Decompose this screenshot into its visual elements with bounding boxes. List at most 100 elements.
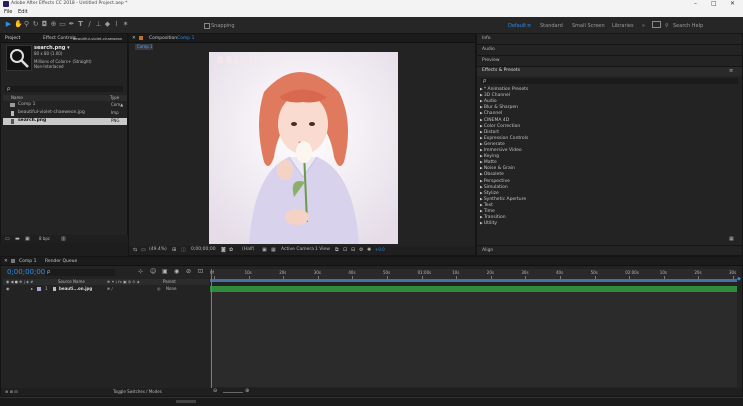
pen-tool-icon[interactable]: ✒	[68, 21, 75, 28]
camera-tool-icon[interactable]: ◘	[41, 21, 48, 28]
table-row[interactable]: ◉ ▸ 1 beauti...on.jpg ⊕ ∕ ◎ None	[3, 286, 209, 292]
column-source-name[interactable]: Source Name	[58, 280, 85, 284]
effects-category-item[interactable]: ▶ Transition	[480, 215, 506, 220]
search-help-input[interactable]: Search Help	[673, 23, 703, 29]
effects-category-item[interactable]: ▶ Obsolete	[480, 172, 504, 177]
tab-project[interactable]: Project	[5, 36, 20, 41]
effects-category-item[interactable]: ▶ Noise & Grain	[480, 166, 515, 171]
zoom-tool-icon[interactable]: ⚲	[23, 21, 30, 28]
motion-blur-icon[interactable]: ◉	[174, 269, 179, 275]
effects-category-item[interactable]: ▶ 3D Channel	[480, 93, 510, 98]
layer-label-color[interactable]	[37, 287, 41, 291]
eraser-tool-icon[interactable]: ◆	[104, 21, 111, 28]
hand-tool-icon[interactable]: ✋	[14, 21, 23, 28]
info-panel-header[interactable]: Info	[477, 34, 742, 45]
roto-brush-tool-icon[interactable]: ⌇	[113, 21, 120, 28]
new-comp-icon[interactable]: ▣	[25, 237, 30, 242]
search-help-box[interactable]	[652, 21, 661, 28]
bpc-label[interactable]: 8 bpc	[39, 237, 50, 241]
maximize-button[interactable]: □	[711, 1, 717, 7]
snapshot-icon[interactable]: ◫	[181, 248, 186, 253]
effects-category-item[interactable]: ▶ Text	[480, 203, 493, 208]
minimize-button[interactable]: –	[694, 1, 697, 7]
target-region-icon[interactable]: ▣	[262, 248, 267, 253]
effects-category-item[interactable]: ▶ Distort	[480, 130, 499, 135]
toggle-pixel-aspect-icon[interactable]: ⧉	[335, 248, 339, 253]
comp-breadcrumb[interactable]: Comp 1	[135, 44, 153, 50]
effects-category-item[interactable]: ▶ Matte	[480, 160, 497, 165]
effects-category-item[interactable]: ▶ Perspective	[480, 179, 510, 184]
effects-category-item[interactable]: ▶ Generate	[480, 142, 505, 147]
audio-panel-header[interactable]: Audio	[477, 45, 742, 56]
current-time-display[interactable]: 0;00;00;00	[191, 247, 216, 253]
expand-collapse-icons[interactable]: ⊕ ⊞ ⊟	[5, 390, 18, 394]
tab-render-queue[interactable]: Render Queue	[45, 259, 77, 264]
effects-menu-icon[interactable]: ≡	[729, 69, 733, 74]
snapping-checkbox[interactable]	[204, 23, 210, 29]
layer-name[interactable]: beauti...on.jpg	[59, 287, 92, 291]
close-button[interactable]: ✕	[730, 1, 735, 7]
new-folder-icon[interactable]: ▬	[15, 237, 20, 242]
effects-category-item[interactable]: ▶ CINEMA 4D	[480, 118, 509, 123]
effects-category-item[interactable]: ▶ Color Correction	[480, 124, 520, 129]
workspace-standard[interactable]: Standard	[540, 23, 563, 29]
effects-category-item[interactable]: ▶ Stylize	[480, 191, 499, 196]
timeline-toggle-icon[interactable]: ⊟	[351, 248, 355, 253]
rectangle-tool-icon[interactable]: ▭	[59, 21, 66, 28]
toggle-switches-modes[interactable]: Toggle Switches / Modes	[113, 390, 162, 394]
expand-layer-icon[interactable]: ▸	[31, 287, 33, 291]
timeline-track-area[interactable]	[210, 292, 737, 387]
effects-category-item[interactable]: ▶ Utility	[480, 221, 497, 226]
menu-edit[interactable]: Edit	[18, 10, 28, 15]
close-tab-icon[interactable]: ✕	[132, 36, 136, 41]
list-item[interactable]: beautiful-violet-chaeweon.jpg Imp	[3, 110, 127, 117]
preview-panel-header[interactable]: Preview	[477, 56, 742, 67]
workspace-libraries[interactable]: Libraries	[612, 23, 634, 29]
effects-category-item[interactable]: ▶ Synthetic Aperture	[480, 197, 526, 202]
draft-3d-icon[interactable]: ⊹	[138, 269, 143, 275]
clone-stamp-tool-icon[interactable]: ⊥	[95, 21, 102, 28]
flowchart-icon[interactable]: ⚙	[359, 248, 363, 253]
trash-icon[interactable]: ▥	[61, 237, 66, 242]
list-item[interactable]: Comp 1 Com▲	[3, 102, 127, 109]
timeline-current-time[interactable]: 0;00;00;00	[7, 269, 45, 276]
fast-previews-icon[interactable]: ⊡	[343, 248, 347, 253]
camera-view-dropdown[interactable]: Active Camera	[281, 247, 314, 253]
effects-category-item[interactable]: ▶ Immersive Video	[480, 148, 522, 153]
effects-category-item[interactable]: ▶ Time	[480, 209, 495, 214]
puppet-tool-icon[interactable]: ✶	[122, 21, 129, 28]
tab-composition-name[interactable]: Comp 1	[177, 36, 194, 41]
list-item-selected[interactable]: search.png PNG	[3, 118, 127, 125]
timeline-search-field[interactable]: ρ	[45, 269, 115, 276]
parent-pickwhip-icon[interactable]: ◎	[157, 287, 161, 291]
tab-composition[interactable]: Composition	[149, 36, 177, 41]
type-tool-icon[interactable]: T	[77, 21, 84, 28]
effects-presets-header[interactable]: Effects & Presets ≡	[477, 67, 742, 76]
selection-tool-icon[interactable]: ▶	[5, 21, 12, 28]
effects-search-field[interactable]: ρ	[481, 78, 738, 84]
effects-category-item[interactable]: ▶ Audio	[480, 99, 497, 104]
menu-file[interactable]: File	[4, 10, 12, 15]
interpret-footage-icon[interactable]: ▭	[5, 237, 10, 242]
views-dropdown[interactable]: 1 View	[315, 247, 330, 253]
camera-icon[interactable]: ◙	[221, 248, 226, 253]
color-channel-icon[interactable]: ✿	[229, 248, 233, 253]
layer-switches[interactable]: ⊕ ∕	[107, 287, 113, 291]
zoom-out-icon[interactable]: ⊖	[213, 389, 217, 394]
tab-comp-1[interactable]: Comp 1	[19, 259, 36, 264]
work-area-bar[interactable]	[210, 279, 737, 282]
column-parent[interactable]: Parent	[163, 280, 176, 284]
monitor-icon[interactable]: ▭	[141, 248, 146, 253]
align-panel-header[interactable]: Align	[477, 245, 742, 256]
column-type[interactable]: Type	[110, 96, 119, 100]
transparency-grid-icon[interactable]: ▦	[271, 248, 276, 253]
workspace-overflow-icon[interactable]: »	[642, 23, 645, 29]
exposure-icon[interactable]: ✺	[367, 248, 371, 253]
resolution-dropdown[interactable]: (Half)	[242, 247, 255, 253]
rotate-tool-icon[interactable]: ↻	[32, 21, 39, 28]
effects-category-item[interactable]: ▶ Expression Controls	[480, 136, 528, 141]
new-bin-icon[interactable]: ▦	[729, 237, 734, 242]
workspace-small-screen[interactable]: Small Screen	[572, 23, 605, 29]
graph-editor-icon[interactable]: ⊘	[186, 269, 191, 275]
effects-category-item[interactable]: ▶ Keying	[480, 154, 499, 159]
